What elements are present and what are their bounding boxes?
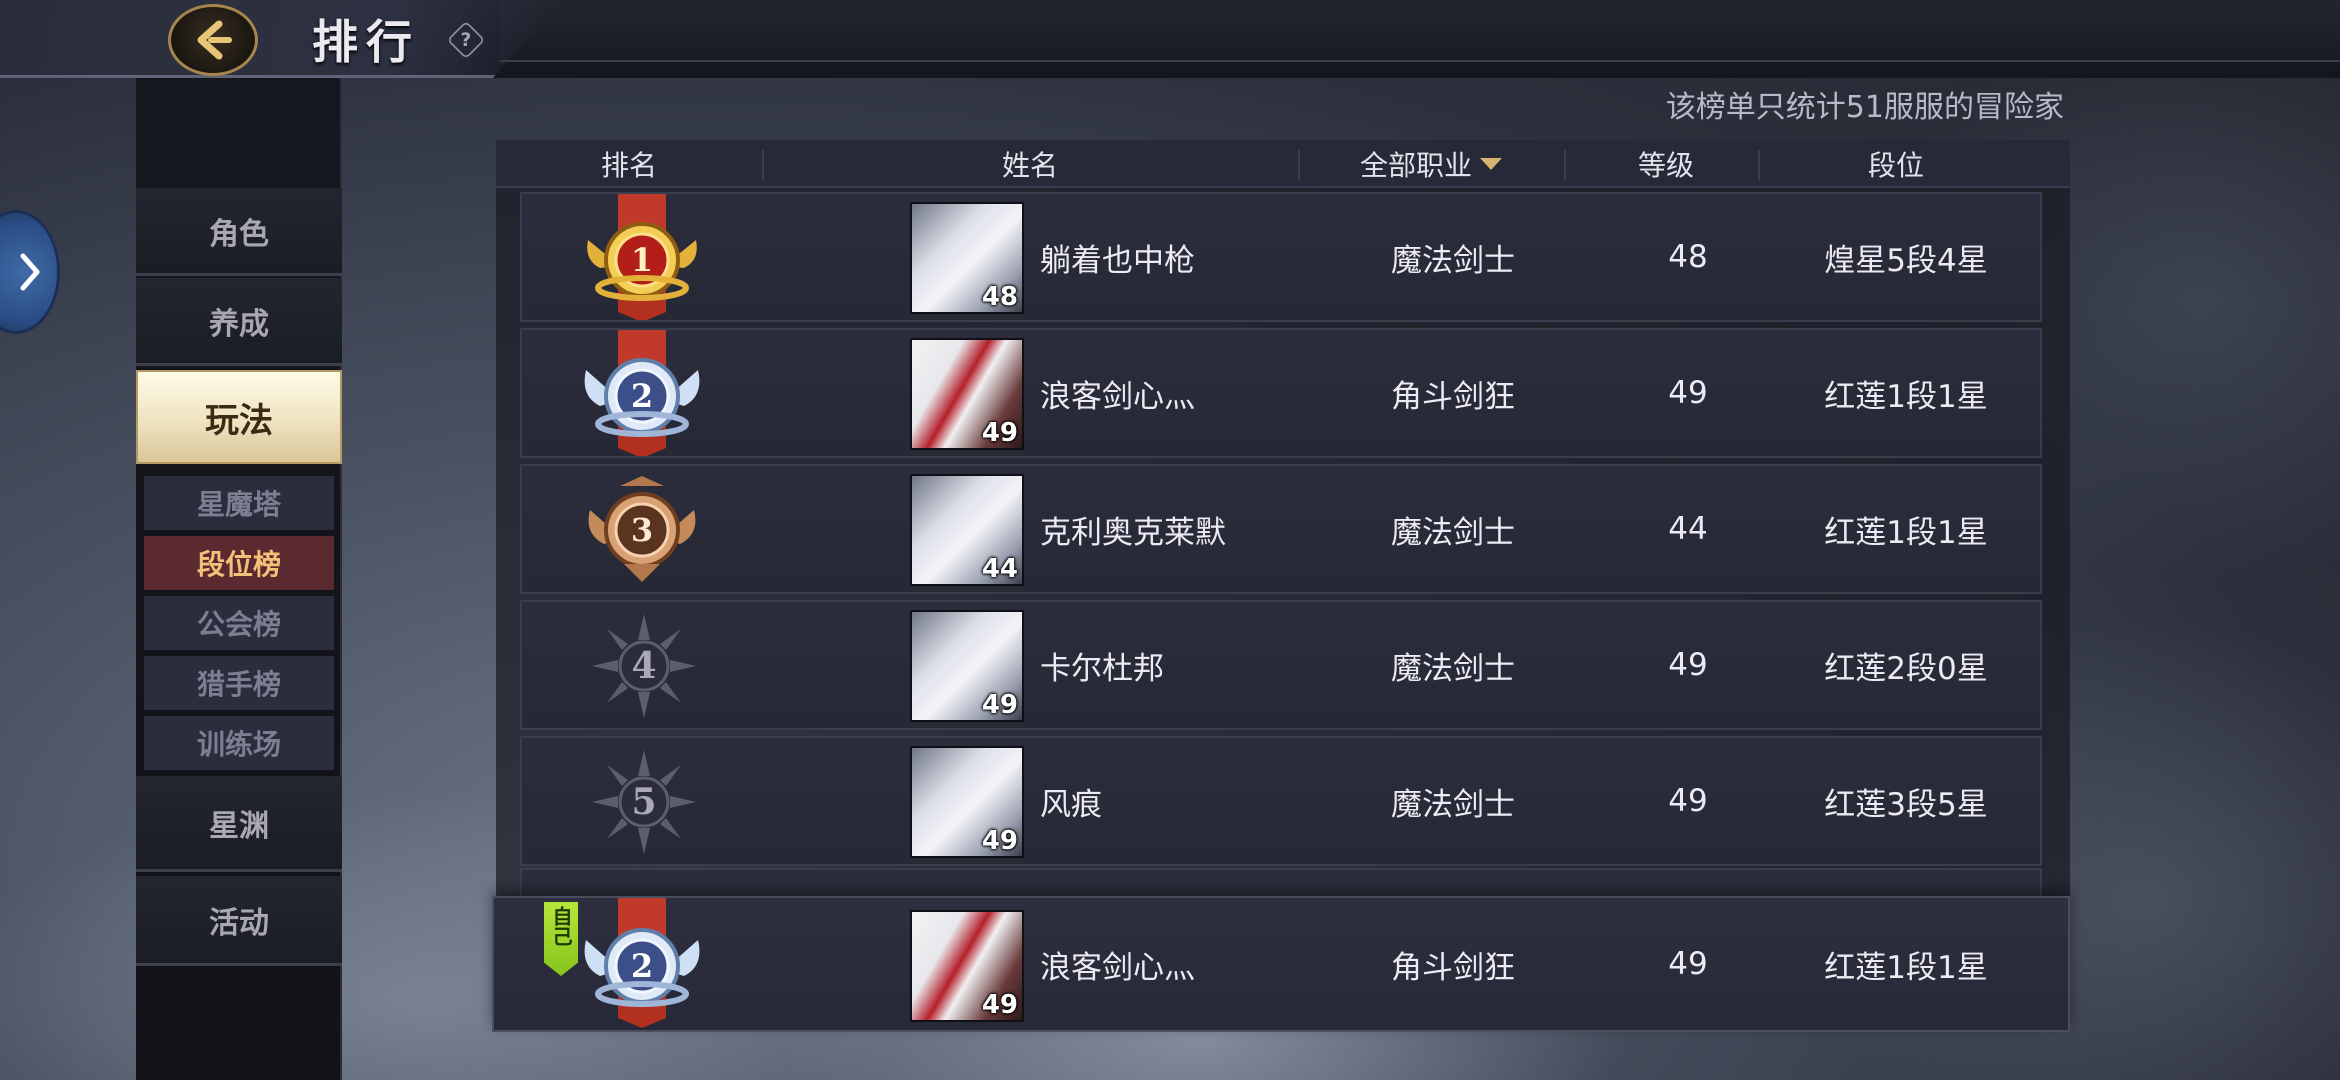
avatar[interactable]: 49 bbox=[910, 746, 1024, 858]
class-filter-dropdown[interactable]: 全部职业 bbox=[1298, 140, 1564, 188]
table-row[interactable]: 3 44 克利奥克莱默 魔法剑士 44 红莲1段1星 bbox=[520, 464, 2042, 594]
rank-5-badge-icon: 5 bbox=[590, 748, 698, 860]
avatar[interactable]: 49 bbox=[910, 910, 1024, 1022]
table-row-partial bbox=[520, 868, 2042, 898]
chevron-right-icon bbox=[20, 253, 40, 291]
sidebar-item-character[interactable]: 角色 bbox=[136, 188, 342, 276]
self-tag-label: 自己 bbox=[549, 906, 573, 946]
player-name: 风痕 bbox=[1040, 786, 1102, 823]
player-class: 魔法剑士 bbox=[1391, 514, 1515, 551]
table-row[interactable]: 2 49 浪客剑心灬 角斗剑狂 49 红莲1段1星 bbox=[520, 328, 2042, 458]
medal-rank-number: 1 bbox=[631, 241, 653, 279]
avatar-level: 49 bbox=[981, 990, 1018, 1020]
sidebar-item-label: 角色 bbox=[209, 216, 269, 252]
self-ranking-row[interactable]: 自己 2 49 浪客剑心灬 角斗剑狂 49 红莲1段1星 bbox=[492, 896, 2070, 1032]
sidebar-item-star-abyss[interactable]: 星渊 bbox=[136, 776, 342, 872]
header-name: 姓名 bbox=[1001, 149, 1058, 182]
player-level: 49 bbox=[1668, 946, 1708, 982]
player-tier: 红莲1段1星 bbox=[1824, 378, 1988, 415]
player-name: 浪客剑心灬 bbox=[1040, 378, 1195, 415]
avatar[interactable]: 49 bbox=[910, 338, 1024, 450]
sub-item-label: 公会榜 bbox=[196, 608, 281, 641]
player-level: 48 bbox=[1668, 239, 1708, 275]
player-tier: 红莲3段5星 bbox=[1824, 786, 1988, 823]
table-header: 排名 姓名 全部职业 等级 段位 bbox=[496, 140, 2070, 188]
sidebar-item-label: 养成 bbox=[209, 306, 269, 342]
self-tag-badge: 自己 bbox=[544, 902, 578, 976]
player-class: 角斗剑狂 bbox=[1391, 949, 1515, 986]
rank-2-medal-icon: 2 bbox=[580, 330, 704, 456]
player-level: 49 bbox=[1668, 783, 1708, 819]
sub-item-label: 星魔塔 bbox=[196, 488, 281, 521]
sidebar-item-label: 星渊 bbox=[209, 808, 269, 844]
badge-rank-number: 4 bbox=[631, 645, 656, 687]
player-name: 卡尔杜邦 bbox=[1040, 650, 1164, 687]
avatar-level: 44 bbox=[981, 554, 1018, 584]
help-icon-glyph: ? bbox=[460, 29, 472, 51]
sub-item-label: 猎手榜 bbox=[196, 668, 281, 701]
table-row[interactable]: 4 49 卡尔杜邦 魔法剑士 49 红莲2段0星 bbox=[520, 600, 2042, 730]
rank-4-badge-icon: 4 bbox=[590, 612, 698, 724]
badge-rank-number: 5 bbox=[631, 781, 656, 823]
sidebar: 角色 养成 玩法 星魔塔 段位榜 公会榜 猎手榜 训练场 星渊 活动 bbox=[136, 78, 342, 1080]
player-name: 躺着也中枪 bbox=[1040, 242, 1195, 279]
class-filter-label: 全部职业 bbox=[1359, 149, 1472, 182]
table-row[interactable]: 1 48 躺着也中枪 魔法剑士 48 煌星5段4星 bbox=[520, 192, 2042, 322]
header-level: 等级 bbox=[1637, 149, 1694, 182]
player-level: 49 bbox=[1668, 375, 1708, 411]
sub-item-tier-ranking[interactable]: 段位榜 bbox=[144, 536, 334, 590]
header-tier: 段位 bbox=[1867, 149, 1924, 182]
sub-item-label: 段位榜 bbox=[196, 548, 281, 581]
player-level: 49 bbox=[1668, 647, 1708, 683]
player-tier: 红莲2段0星 bbox=[1824, 650, 1988, 687]
player-tier: 红莲1段1星 bbox=[1824, 514, 1988, 551]
player-class: 魔法剑士 bbox=[1391, 786, 1515, 823]
player-class: 魔法剑士 bbox=[1391, 242, 1515, 279]
sidebar-item-label: 活动 bbox=[209, 905, 269, 941]
medal-rank-number: 2 bbox=[631, 377, 653, 415]
caret-down-icon bbox=[1480, 158, 1502, 170]
sub-item-hunter-ranking[interactable]: 猎手榜 bbox=[144, 656, 334, 710]
sub-item-guild-ranking[interactable]: 公会榜 bbox=[144, 596, 334, 650]
player-level: 44 bbox=[1668, 511, 1708, 547]
ranking-notice: 该榜单只统计51服服的冒险家 bbox=[1665, 90, 2064, 125]
medal-rank-number: 2 bbox=[631, 947, 653, 985]
sidebar-item-gameplay[interactable]: 玩法 bbox=[136, 370, 342, 464]
medal-rank-number: 3 bbox=[631, 511, 653, 549]
sidebar-item-label: 玩法 bbox=[205, 400, 273, 441]
sub-item-star-demon-tower[interactable]: 星魔塔 bbox=[144, 476, 334, 530]
player-name: 克利奥克莱默 bbox=[1040, 514, 1226, 551]
top-bar-strip bbox=[500, 0, 2340, 62]
avatar[interactable]: 49 bbox=[910, 610, 1024, 722]
rank-2-medal-icon: 2 bbox=[580, 898, 704, 1028]
avatar[interactable]: 44 bbox=[910, 474, 1024, 586]
page-title: 排行 bbox=[312, 15, 420, 69]
player-name: 浪客剑心灬 bbox=[1040, 949, 1195, 986]
table-row[interactable]: 5 49 风痕 魔法剑士 49 红莲3段5星 bbox=[520, 736, 2042, 866]
player-class: 角斗剑狂 bbox=[1391, 378, 1515, 415]
avatar[interactable]: 48 bbox=[910, 202, 1024, 314]
rank-3-medal-icon: 3 bbox=[580, 474, 704, 586]
avatar-level: 48 bbox=[981, 282, 1018, 312]
avatar-level: 49 bbox=[981, 690, 1018, 720]
header-rank: 排名 bbox=[600, 149, 657, 182]
back-button[interactable] bbox=[168, 4, 258, 76]
sidebar-item-growth[interactable]: 养成 bbox=[136, 278, 342, 366]
sub-item-label: 训练场 bbox=[196, 728, 281, 761]
avatar-level: 49 bbox=[981, 826, 1018, 856]
back-arrow-icon bbox=[197, 20, 232, 60]
sidebar-item-events[interactable]: 活动 bbox=[136, 876, 342, 966]
rank-1-medal-icon: 1 bbox=[580, 194, 704, 320]
player-tier: 煌星5段4星 bbox=[1824, 242, 1988, 279]
avatar-level: 49 bbox=[981, 418, 1018, 448]
sub-item-training-ground[interactable]: 训练场 bbox=[144, 716, 334, 770]
player-class: 魔法剑士 bbox=[1391, 650, 1515, 687]
player-tier: 红莲1段1星 bbox=[1824, 949, 1988, 986]
